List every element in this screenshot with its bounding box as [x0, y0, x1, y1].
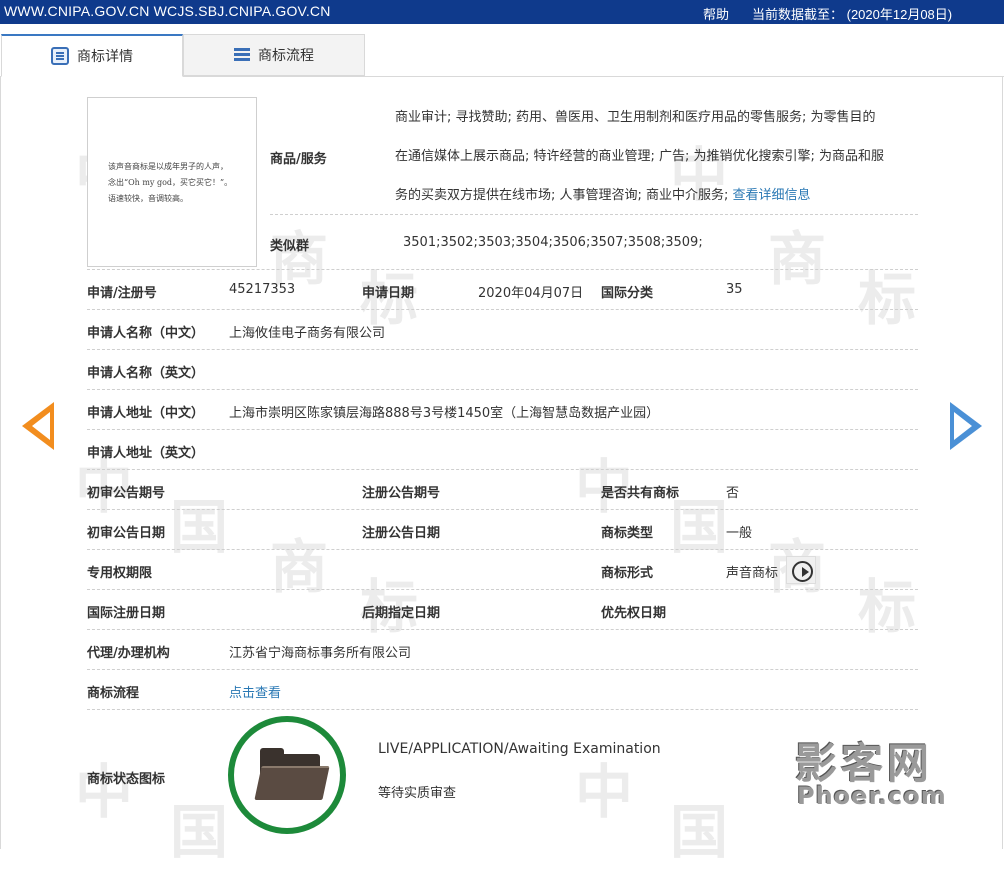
agent-value: 江苏省宁海商标事务所有限公司: [229, 646, 412, 661]
help-link[interactable]: 帮助: [703, 4, 729, 23]
tm-form-label: 商标形式: [601, 566, 654, 581]
tab-bar: 商标详情 商标流程: [0, 34, 1004, 77]
reg-no-label: 申请/注册号: [87, 286, 157, 301]
divider: [87, 589, 918, 590]
divider: [87, 669, 918, 670]
folder-icon: [254, 748, 330, 800]
sound-description-line: 语速较快，音调较高。: [108, 194, 188, 203]
reg-pub-date-label: 注册公告日期: [362, 526, 441, 541]
status-icon-label: 商标状态图标: [87, 772, 166, 787]
data-as-of: 当前数据截至： (2020年12月08日): [752, 7, 953, 22]
shared-label: 是否共有商标: [601, 486, 680, 501]
applicant-cn-value: 上海攸佳电子商务有限公司: [229, 326, 386, 341]
agent-label: 代理/办理机构: [87, 646, 170, 661]
divider: [87, 309, 918, 310]
sound-description-line: 该声音商标是以成年男子的人声，: [108, 162, 228, 171]
divider: [270, 214, 918, 215]
play-icon: [792, 561, 813, 582]
divider: [87, 269, 918, 270]
goods-services-value: 商业审计; 寻找赞助; 药用、兽医用、卫生用制剂和医疗用品的零售服务; 为零售目…: [395, 98, 920, 215]
tm-type-value: 一般: [726, 526, 753, 541]
status-cn: 等待实质审查: [378, 786, 457, 801]
sound-description-line: 念出“Oh my god，买它买它！”。: [108, 178, 233, 187]
address-cn-value: 上海市崇明区陈家镇层海路888号3号楼1450室（上海智慧岛数据产业园）: [229, 406, 660, 421]
goods-line: 务的买卖双方提供在线市场; 人事管理咨询; 商业中介服务; 查看详细信息: [395, 176, 920, 215]
intl-reg-date-label: 国际注册日期: [87, 606, 166, 621]
similar-group-value: 3501;3502;3503;3504;3506;3507;3508;3509;: [403, 235, 703, 250]
priority-date-label: 优先权日期: [601, 606, 667, 621]
reg-pub-no-label: 注册公告期号: [362, 486, 441, 501]
trademark-detail-panel: 该声音商标是以成年男子的人声， 念出“Oh my god，买它买它！”。 语速较…: [0, 76, 1004, 849]
goods-services-label: 商品/服务: [270, 152, 327, 167]
view-details-link[interactable]: 查看详细信息: [733, 188, 811, 203]
shared-value: 否: [726, 486, 740, 501]
applicant-cn-label: 申请人名称（中文）: [87, 326, 205, 341]
apply-date-label: 申请日期: [362, 286, 415, 301]
site-urls: WWW.CNIPA.GOV.CN WCJS.SBJ.CNIPA.GOV.CN: [4, 3, 331, 19]
divider: [87, 469, 918, 470]
goods-line: 商业审计; 寻找赞助; 药用、兽医用、卫生用制剂和医疗用品的零售服务; 为零售目…: [395, 110, 876, 125]
divider: [87, 389, 918, 390]
prelim-pub-no-label: 初审公告期号: [87, 486, 166, 501]
tm-form-value: 声音商标: [726, 566, 779, 581]
status-en: LIVE/APPLICATION/Awaiting Examination: [378, 741, 661, 757]
details-icon: [51, 47, 69, 65]
tm-type-label: 商标类型: [601, 526, 654, 541]
trademark-image: 该声音商标是以成年男子的人声， 念出“Oh my god，买它买它！”。 语速较…: [87, 97, 257, 267]
prelim-pub-date-label: 初审公告日期: [87, 526, 166, 541]
divider: [87, 509, 918, 510]
top-bar: WWW.CNIPA.GOV.CN WCJS.SBJ.CNIPA.GOV.CN 帮…: [0, 0, 1004, 24]
tab-label: 商标流程: [258, 48, 314, 64]
address-cn-label: 申请人地址（中文）: [87, 406, 205, 421]
tab-trademark-details[interactable]: 商标详情: [1, 34, 183, 77]
address-en-label: 申请人地址（英文）: [87, 446, 205, 461]
divider: [87, 429, 918, 430]
divider: [87, 349, 918, 350]
list-icon: [234, 48, 250, 62]
intl-class-value: 35: [726, 282, 743, 297]
applicant-en-label: 申请人名称（英文）: [87, 366, 205, 381]
view-process-link[interactable]: 点击查看: [229, 682, 281, 701]
reg-no-value: 45217353: [229, 282, 296, 297]
play-sound-button[interactable]: [786, 556, 816, 584]
divider: [87, 549, 918, 550]
tab-trademark-process[interactable]: 商标流程: [183, 34, 365, 76]
process-label: 商标流程: [87, 686, 140, 701]
exclusive-period-label: 专用权期限: [87, 566, 153, 581]
divider: [87, 629, 918, 630]
later-designation-label: 后期指定日期: [362, 606, 441, 621]
status-icon: [228, 716, 346, 834]
goods-line-text: 务的买卖双方提供在线市场; 人事管理咨询; 商业中介服务;: [395, 188, 729, 203]
goods-line: 在通信媒体上展示商品; 特许经营的商业管理; 广告; 为推销优化搜索引擎; 为商…: [395, 149, 885, 164]
divider: [87, 709, 918, 710]
similar-group-label: 类似群: [270, 239, 310, 254]
apply-date-value: 2020年04月07日: [478, 286, 584, 301]
intl-class-label: 国际分类: [601, 286, 654, 301]
tab-label: 商标详情: [77, 49, 133, 65]
